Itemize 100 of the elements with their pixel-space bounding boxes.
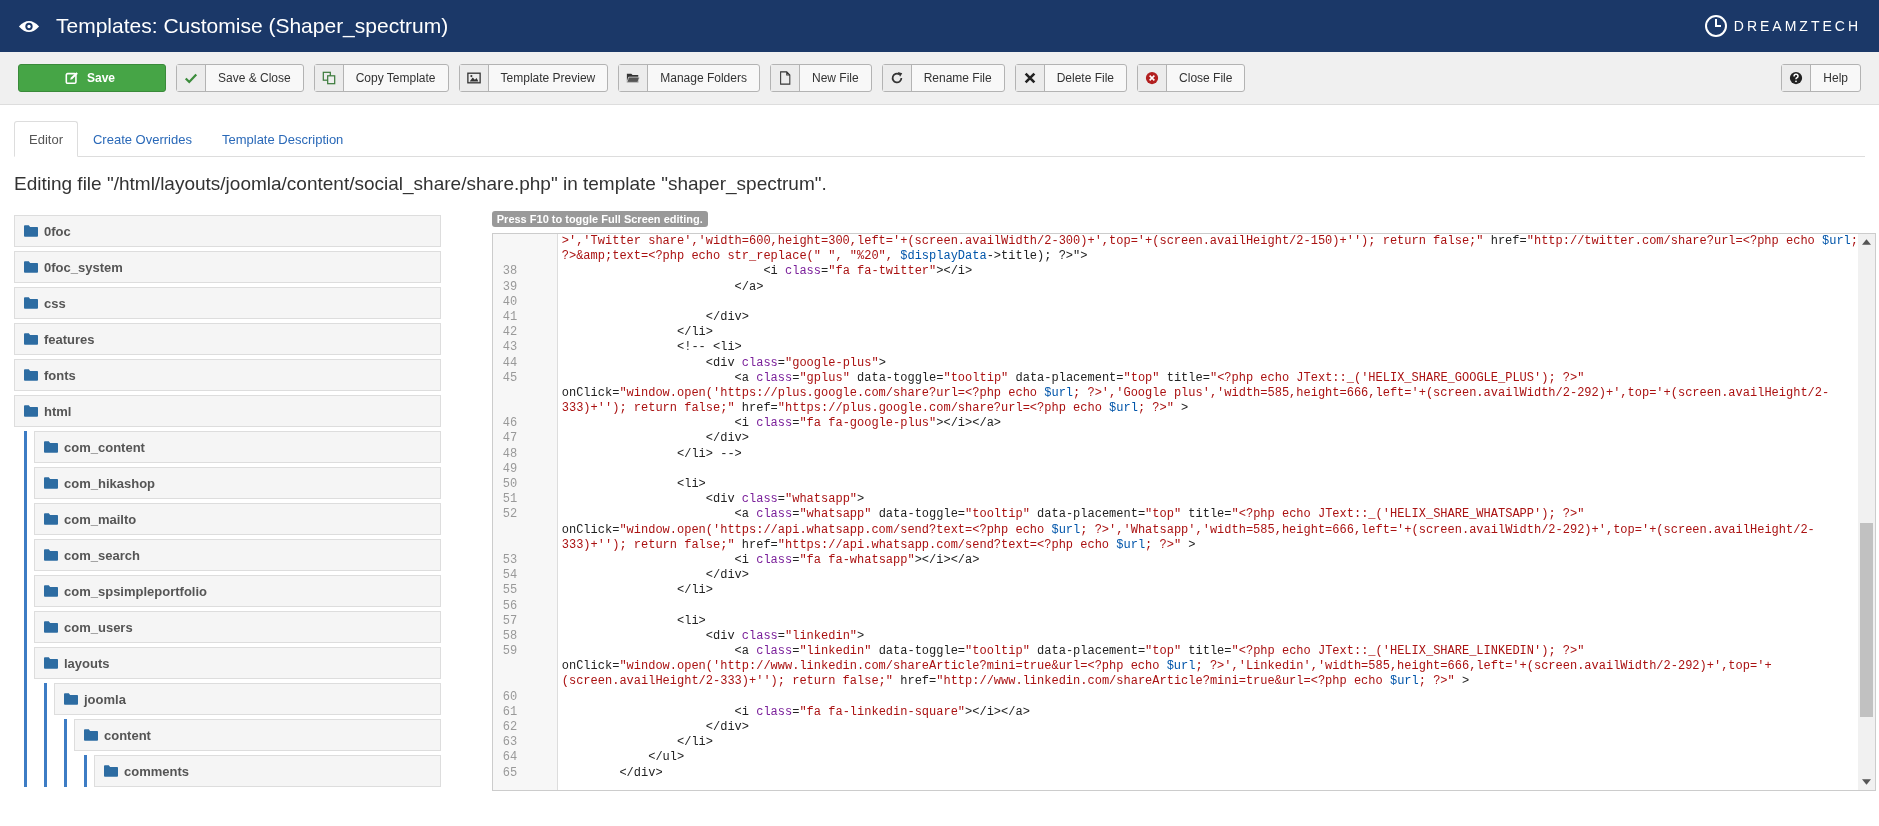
line-number: 64 <box>502 750 518 765</box>
code-line: </li> --> <box>676 446 742 462</box>
code-line: <li> <box>676 477 706 493</box>
page-title: Templates: Customise (Shaper_spectrum) <box>56 14 449 38</box>
folder-item[interactable]: comments <box>94 755 441 787</box>
line-number: 56 <box>502 598 518 613</box>
tab[interactable]: Create Overrides <box>77 121 207 157</box>
save-close-button[interactable]: Save & Close <box>176 64 304 92</box>
folder-icon <box>84 729 98 741</box>
help-button[interactable]: Help <box>1781 64 1861 92</box>
folder-icon <box>24 369 38 381</box>
folder-item[interactable]: com_mailto <box>34 503 441 535</box>
line-number: 63 <box>502 735 518 750</box>
line-number: 65 <box>502 765 518 780</box>
line-number: 43 <box>502 340 518 355</box>
folder-item[interactable]: joomla <box>54 683 441 715</box>
line-number: 57 <box>502 613 518 628</box>
folder-icon <box>44 513 58 525</box>
code-line: <i class="fa fa-linkedin-square"></i></a> <box>733 704 1030 720</box>
folder-item[interactable]: 0foc <box>14 215 441 247</box>
folder-item[interactable]: 0foc_system <box>14 251 441 283</box>
line-number: 58 <box>502 628 518 643</box>
code-line: >','Twitter share','width=600,height=300,left='+(screen.availWidth/2-300)+',top='+(screen.availHeight/2-150)+''); return false;" href="http://twitter.com/share?url=<?php echo $url; <box>560 234 1858 250</box>
code-line: <li> <box>676 613 706 629</box>
code-line: onClick="window.open('https://api.whatsapp.com/send?text=<?php echo $url; ?>','Whatsapp','width=585,height=666,left='+(screen.availWidth/2-292)+',top='+(screen.availHeight/2- <box>560 522 1815 538</box>
scrollbar-thumb[interactable] <box>1860 522 1873 718</box>
line-number: 46 <box>502 416 518 431</box>
code-line: </div> <box>704 568 749 584</box>
scroll-up-icon[interactable] <box>1862 239 1871 245</box>
code-line: </li> <box>676 583 713 599</box>
folder-item[interactable]: com_users <box>34 611 441 643</box>
code-line: </ul> <box>647 750 685 766</box>
manage-folders-button[interactable]: Manage Folders <box>618 64 760 92</box>
code-line: </div> <box>704 720 749 736</box>
folder-icon <box>44 585 58 597</box>
copy-icon <box>321 71 336 85</box>
code-line: <i class="fa fa-whatsapp"></i></a> <box>733 552 980 569</box>
line-number: 48 <box>502 446 518 461</box>
code-line: <a class="whatsapp" data-toggle="tooltip" data-placement="top" title="<?php echo JText::_('HELIX_SHARE_WHATSAPP'); ?>" <box>733 507 1585 523</box>
file-icon <box>777 71 792 85</box>
folder-item[interactable]: content <box>74 719 441 751</box>
rename-file-button[interactable]: Rename File <box>881 64 1005 92</box>
code-line: </div> <box>704 431 749 447</box>
code-line: <a class="linkedin" data-toggle="tooltip" data-placement="top" title="<?php echo JText::_('HELIX_SHARE_LINKEDIN'); ?>" <box>733 644 1585 660</box>
line-number: 60 <box>502 689 518 704</box>
folder-icon <box>64 693 78 705</box>
code-line: onClick="window.open('https://plus.google.com/share?url=<?php echo $url; ?>','Google plus','width=585,height=666,left='+(screen.availWidth/2-292)+',top='+(screen.availHeight/2- <box>560 385 1830 402</box>
copy-template-button[interactable]: Copy Template <box>313 64 449 92</box>
code-line: </a> <box>733 279 764 295</box>
line-number: 53 <box>502 552 518 567</box>
code-line: <!-- <li> <box>676 340 742 356</box>
folder-item[interactable]: com_hikashop <box>34 467 441 499</box>
code-line: 333)+''); return false;" href="https://api.whatsapp.com/send?text=<?php echo $url; ?>" > <box>560 537 1196 553</box>
folder-item[interactable]: css <box>14 287 441 319</box>
brand-name: DREAMZTECH <box>1733 18 1861 34</box>
folder-icon <box>44 477 58 489</box>
tab[interactable]: Template Description <box>206 121 359 157</box>
folder-item[interactable]: com_content <box>34 431 441 463</box>
code-line: ?>&amp;text=<?php echo str_replace(" ", "%20", $displayData->title); ?>"> <box>560 249 1088 265</box>
line-number: 59 <box>502 644 518 659</box>
code-line: (screen.availHeight/2-333)+''); return false;" href="http://www.linkedin.com/shareArticle?mini=true&url=<?php echo $url; ?>" > <box>560 674 1470 690</box>
code-line: 333)+''); return false;" href="https://plus.google.com/share?url=<?php echo $url; ?>" > <box>560 401 1189 417</box>
folder-icon <box>44 549 58 561</box>
code-line: </div> <box>704 309 749 326</box>
code-line: </li> <box>676 735 713 751</box>
editor-hint-label: Press F10 to toggle Full Screen editing. <box>491 211 708 227</box>
code-line: <div class="linkedin"> <box>704 628 865 645</box>
new-file-button[interactable]: New File <box>769 64 872 92</box>
folder-icon <box>24 261 38 273</box>
code-line: <div class="whatsapp"> <box>704 492 865 508</box>
tab[interactable]: Editor <box>14 121 78 157</box>
line-number: 52 <box>502 507 518 522</box>
code-editor[interactable] <box>491 233 1876 791</box>
image-icon <box>466 71 481 85</box>
folder-item[interactable]: fonts <box>14 359 441 391</box>
help-icon <box>1789 71 1804 85</box>
folder-icon <box>104 765 118 777</box>
scroll-down-icon[interactable] <box>1862 779 1871 785</box>
scrollbar[interactable] <box>1858 234 1875 790</box>
close-file-button[interactable]: Close File <box>1137 64 1246 92</box>
folder-icon <box>24 297 38 309</box>
redo-icon <box>889 71 904 85</box>
cancel-icon <box>1145 71 1160 85</box>
template-preview-button[interactable]: Template Preview <box>458 64 609 92</box>
folder-item[interactable]: html <box>14 395 441 427</box>
folder-icon <box>44 657 58 669</box>
folder-icon <box>44 621 58 633</box>
line-number: 55 <box>502 583 518 598</box>
code-line: </li> <box>676 325 713 341</box>
line-number: 40 <box>502 294 518 309</box>
folder-item[interactable]: layouts <box>34 647 441 679</box>
folder-item[interactable]: com_spsimpleportfolio <box>34 575 441 607</box>
code-line: <i class="fa fa-google-plus"></i></a> <box>733 416 1002 432</box>
delete-file-button[interactable]: Delete File <box>1014 64 1128 92</box>
line-number: 50 <box>502 477 518 491</box>
folder-icon <box>24 405 38 417</box>
folder-item[interactable]: features <box>14 323 441 355</box>
clock-logo-icon <box>1703 14 1728 38</box>
line-number: 47 <box>502 431 518 446</box>
folder-item[interactable]: com_search <box>34 539 441 571</box>
